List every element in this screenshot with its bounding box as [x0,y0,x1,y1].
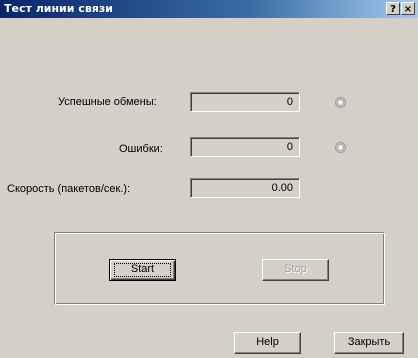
help-title-button[interactable]: ? [386,2,400,15]
errors-label: Ошибки: [119,143,163,155]
focus-rectangle [114,263,171,277]
dialog-window: Тест линии связи ? × Успешные обмены: 0 … [0,0,418,358]
close-title-button[interactable]: × [401,2,415,15]
help-button[interactable]: Help [234,332,301,354]
stop-button[interactable]: Stop [262,259,329,281]
errors-count-field: 0 [190,137,300,157]
close-button[interactable]: Закрыть [334,332,404,354]
title-bar[interactable]: Тест линии связи ? × [0,0,418,18]
start-button[interactable]: Start [109,259,176,281]
success-label: Успешные обмены: [58,96,157,108]
window-title: Тест линии связи [4,2,113,15]
close-button-label: Закрыть [347,336,391,348]
control-group-box [54,232,385,305]
stop-button-label: Stop [284,263,307,275]
speed-label: Скорость (пакетов/сек.): [7,183,131,195]
success-indicator-icon [335,97,346,108]
success-count-field: 0 [190,92,300,112]
help-button-label: Help [256,336,279,348]
speed-field: 0.00 [190,178,300,198]
errors-indicator-icon [335,142,346,153]
